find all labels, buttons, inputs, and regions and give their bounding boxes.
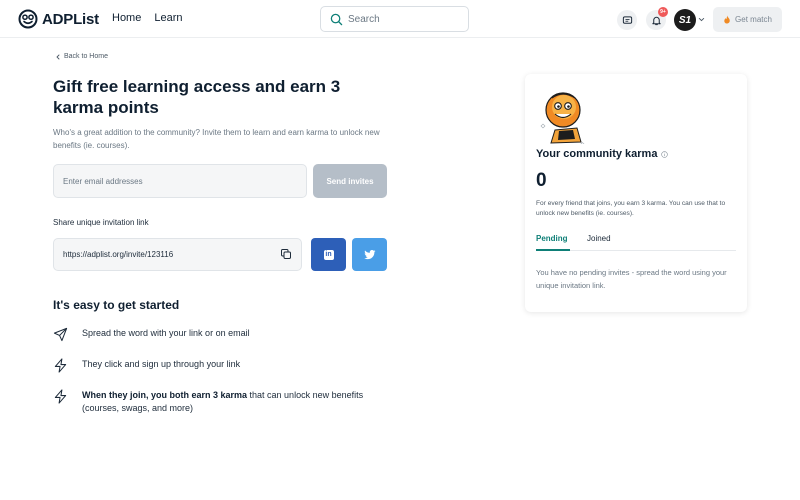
nav-learn[interactable]: Learn — [154, 12, 182, 24]
brand-logo[interactable]: ADPList — [18, 9, 99, 29]
invite-link-field[interactable]: https://adplist.org/invite/123116 — [53, 238, 302, 271]
search-icon — [330, 13, 343, 25]
back-label: Back to Home — [64, 53, 108, 60]
messages-button[interactable] — [617, 10, 637, 30]
tab-pending[interactable]: Pending — [536, 234, 568, 243]
step-item: Spread the word with your link or on ema… — [53, 327, 392, 342]
send-icon — [53, 327, 68, 342]
karma-title-text: Your community karma — [536, 148, 658, 160]
step-text: When they join, you both earn 3 karma th… — [82, 389, 392, 415]
lightning-icon — [54, 389, 67, 404]
get-match-label: Get match — [735, 15, 772, 24]
page-title: Gift free learning access and earn 3 kar… — [53, 77, 341, 117]
chevron-down-icon[interactable] — [698, 16, 705, 23]
karma-title: Your community karma — [536, 148, 669, 160]
brand-name: ADPList — [42, 10, 99, 28]
message-icon — [622, 15, 632, 24]
karma-count: 0 — [536, 170, 547, 191]
avatar[interactable]: S1 — [674, 9, 696, 31]
chevron-left-icon — [56, 54, 60, 59]
copy-icon[interactable] — [280, 248, 292, 260]
step-item: They click and sign up through your link — [53, 358, 392, 373]
main-nav: Home Learn — [112, 12, 182, 24]
search-input[interactable] — [348, 13, 458, 25]
send-invites-button[interactable]: Send invites — [313, 164, 387, 198]
nav-home[interactable]: Home — [112, 12, 141, 24]
karma-card: Your community karma 0 For every friend … — [525, 74, 747, 312]
share-twitter-button[interactable] — [352, 238, 387, 271]
share-linkedin-button[interactable]: in — [311, 238, 346, 271]
step-text: Spread the word with your link or on ema… — [82, 328, 250, 338]
email-field[interactable] — [53, 164, 307, 198]
search-box[interactable] — [320, 6, 469, 32]
getting-started-heading: It's easy to get started — [53, 298, 180, 312]
step-text: They click and sign up through your link — [82, 359, 241, 369]
tab-joined[interactable]: Joined — [587, 234, 611, 243]
invite-link-text: https://adplist.org/invite/123116 — [63, 250, 174, 259]
twitter-icon — [363, 249, 375, 259]
notifications-button[interactable]: 9+ — [646, 7, 668, 30]
pending-empty-message: You have no pending invites - spread the… — [536, 268, 727, 290]
back-link[interactable]: Back to Home — [55, 53, 108, 60]
fire-icon — [724, 15, 730, 24]
share-link-label: Share unique invitation link — [53, 218, 149, 227]
notification-badge: 9+ — [658, 7, 668, 17]
smiley-logo-icon — [18, 9, 38, 29]
step-highlight: When they join, you both earn 3 karma — [82, 390, 248, 400]
get-match-button[interactable]: Get match — [713, 7, 782, 32]
karma-mascot-illustration — [540, 92, 585, 144]
top-nav-bar: ADPList Home Learn 9+ S1 Get match — [0, 0, 800, 38]
invite-tabs: Pending Joined — [536, 232, 736, 251]
step-item: When they join, you both earn 3 karma th… — [53, 389, 392, 415]
page-description: Who's a great addition to the community?… — [53, 128, 380, 150]
linkedin-icon: in — [323, 249, 334, 260]
active-tab-indicator — [536, 249, 570, 251]
karma-description: For every friend that joins, you earn 3 … — [536, 200, 726, 217]
info-icon[interactable] — [661, 150, 669, 158]
lightning-icon — [54, 358, 67, 373]
